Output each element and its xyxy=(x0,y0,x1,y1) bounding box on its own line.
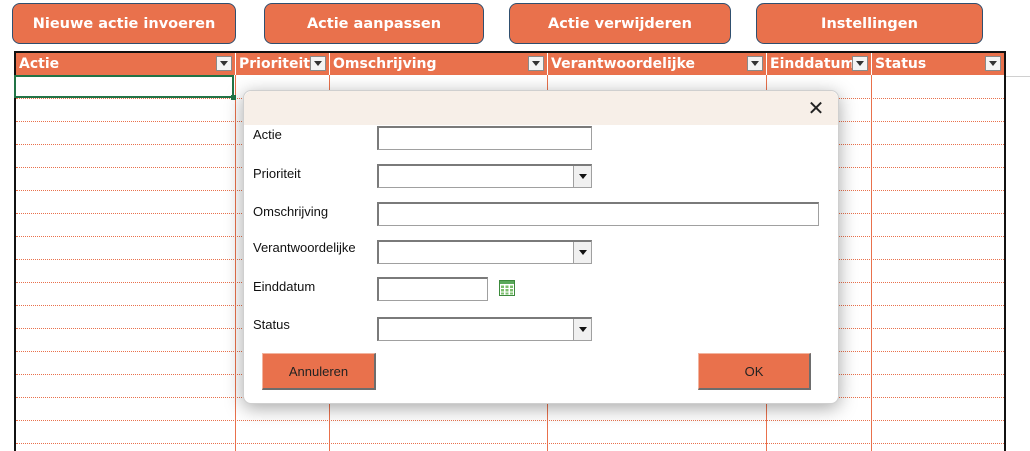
column-header-actie: Actie xyxy=(16,53,236,75)
column-header-status: Status xyxy=(872,53,1004,75)
field-label-actie: Actie xyxy=(253,127,282,142)
delete-action-button[interactable]: Actie verwijderen xyxy=(509,3,731,44)
filter-chevron-down-icon[interactable] xyxy=(985,56,1001,71)
new-action-button[interactable]: Nieuwe actie invoeren xyxy=(12,3,236,44)
column-header-label: Einddatum xyxy=(770,56,856,72)
column-header-label: Actie xyxy=(19,56,60,72)
column-header-label: Prioriteit xyxy=(239,56,310,72)
column-divider xyxy=(871,75,872,451)
column-header-einddatum: Einddatum xyxy=(767,53,872,75)
edit-action-button[interactable]: Actie aanpassen xyxy=(264,3,484,44)
chevron-down-icon[interactable] xyxy=(573,242,591,263)
field-label-verantwoordelijke: Verantwoordelijke xyxy=(253,240,356,255)
prioriteit-dropdown[interactable] xyxy=(377,164,592,188)
action-form-dialog: ✕ Actie Prioriteit Omschrijving Verantwo… xyxy=(243,90,839,404)
einddatum-input[interactable] xyxy=(377,277,488,301)
field-label-prioriteit: Prioriteit xyxy=(253,166,301,181)
sheet-gridline xyxy=(1006,76,1030,77)
ok-button[interactable]: OK xyxy=(698,353,811,390)
filter-chevron-down-icon[interactable] xyxy=(216,56,232,71)
column-header-verantwoordelijke: Verantwoordelijke xyxy=(548,53,767,75)
calendar-icon[interactable] xyxy=(499,280,515,296)
field-label-einddatum: Einddatum xyxy=(253,279,316,294)
fill-handle[interactable] xyxy=(231,95,236,100)
column-header-omschrijving: Omschrijving xyxy=(330,53,548,75)
omschrijving-input[interactable] xyxy=(377,202,819,226)
selected-cell[interactable] xyxy=(14,75,234,98)
actie-input[interactable] xyxy=(377,126,592,150)
column-header-prioriteit: Prioriteit xyxy=(236,53,330,75)
chevron-down-icon[interactable] xyxy=(573,166,591,187)
field-label-omschrijving: Omschrijving xyxy=(253,204,329,219)
filter-chevron-down-icon[interactable] xyxy=(852,56,868,71)
column-divider xyxy=(235,75,236,451)
table-row[interactable] xyxy=(16,420,1004,421)
table-row[interactable] xyxy=(16,443,1004,444)
verantwoordelijke-dropdown[interactable] xyxy=(377,240,592,264)
filter-chevron-down-icon[interactable] xyxy=(310,56,326,71)
column-header-label: Status xyxy=(875,56,927,72)
filter-chevron-down-icon[interactable] xyxy=(747,56,763,71)
close-icon[interactable]: ✕ xyxy=(804,97,828,119)
status-dropdown[interactable] xyxy=(377,317,592,341)
settings-button[interactable]: Instellingen xyxy=(756,3,983,44)
chevron-down-icon[interactable] xyxy=(573,319,591,340)
column-header-label: Verantwoordelijke xyxy=(551,56,695,72)
dialog-titlebar: ✕ xyxy=(244,91,838,125)
field-label-status: Status xyxy=(253,317,290,332)
column-header-label: Omschrijving xyxy=(333,56,437,72)
cancel-button[interactable]: Annuleren xyxy=(262,353,376,390)
filter-chevron-down-icon[interactable] xyxy=(528,56,544,71)
